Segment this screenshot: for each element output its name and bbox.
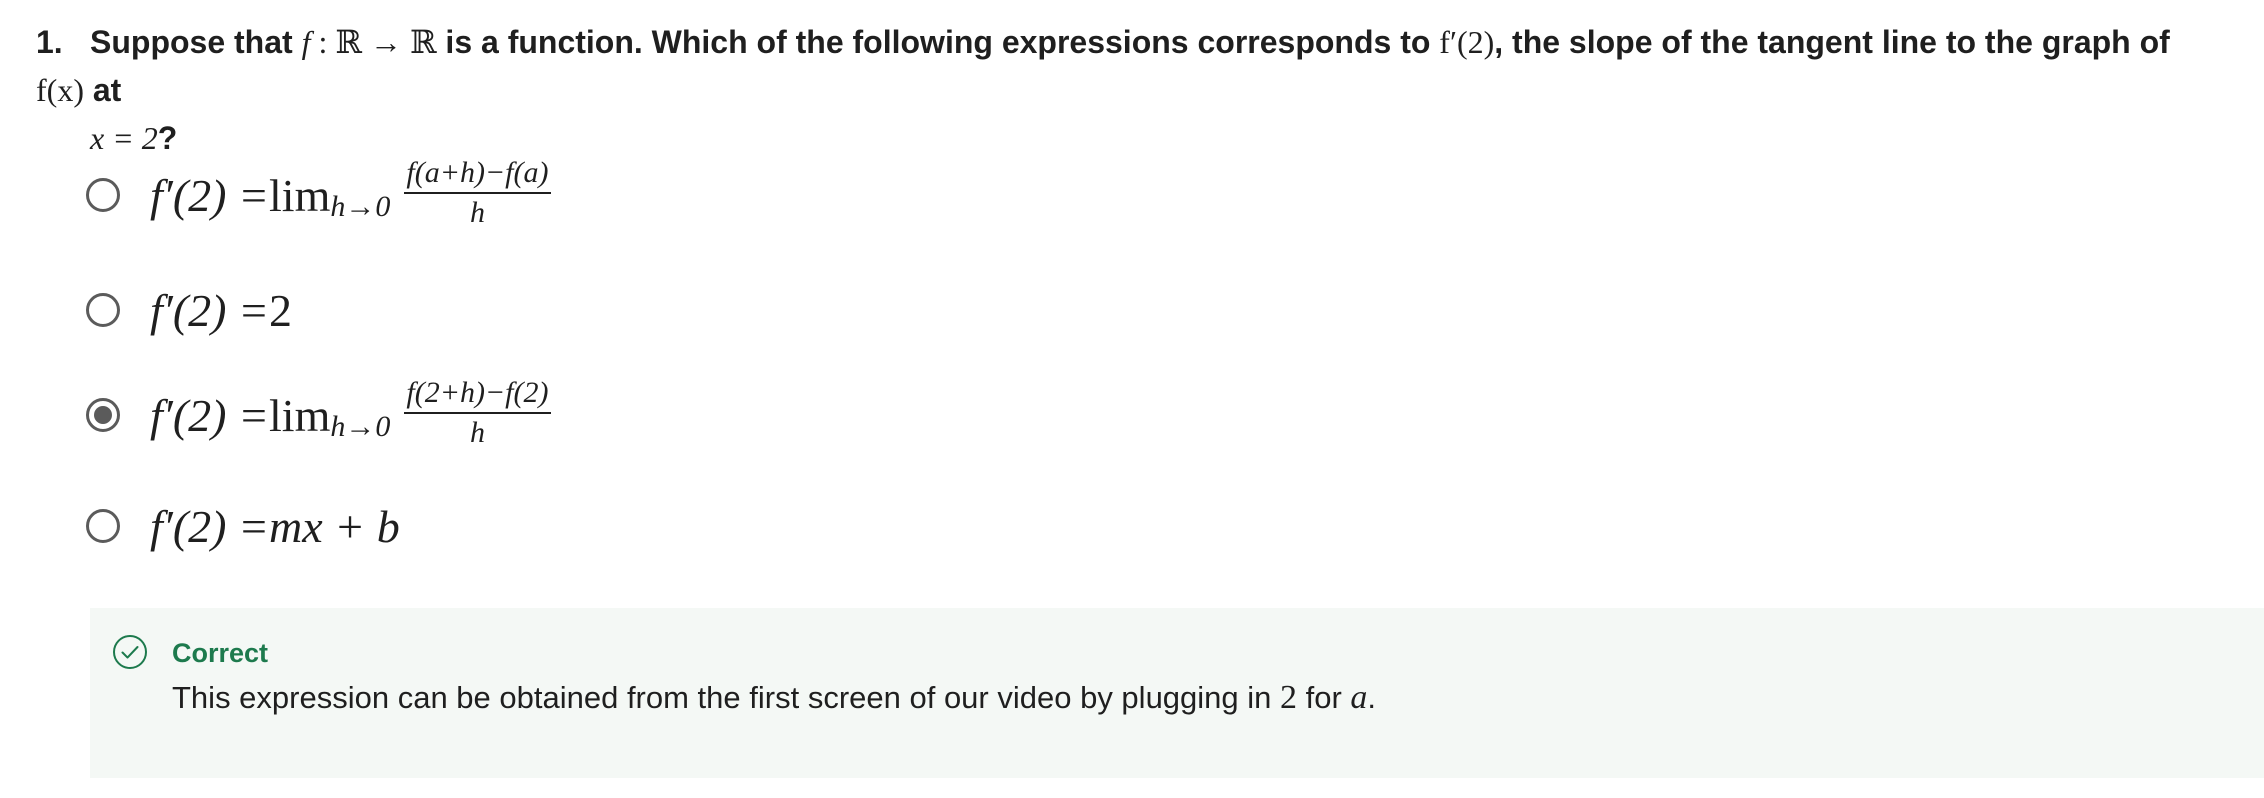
radio-unselected-icon[interactable] [86,509,120,543]
question-math-fprime2: f′(2) [1439,24,1495,60]
feedback-status: Correct [172,638,269,668]
option-1-lhs: f′(2) = [150,169,270,221]
option-3-denominator: h [469,416,485,449]
question-math-x-eq-2: x = 2 [90,120,158,156]
question-prompt: 1. Suppose that f : ℝ → ℝ is a function. … [36,18,2226,162]
radio-unselected-icon[interactable] [86,178,120,212]
answer-option-1[interactable]: f′(2) = lim h→0 f(a+h)−f(a) h [86,155,551,235]
radio-selected-dot [94,406,112,424]
option-2-lhs: f′(2) = [150,284,270,336]
option-1-lim: lim [269,169,331,221]
option-3-expression: f′(2) = lim h→0 f(2+h)−f(2) h [150,376,551,452]
feedback-text-1: This expression can be obtained from the… [172,680,1281,715]
question-math-fx: f(x) [36,72,84,108]
option-4-expression: f′(2) = mx + b [150,500,400,553]
option-3-lhs: f′(2) = [150,389,270,441]
question-text-1: Suppose that [90,24,302,60]
option-4-lhs: f′(2) = [150,500,270,552]
feedback-text-2: for [1297,680,1351,715]
option-2-rhs: 2 [269,284,293,336]
question-math-map: : ℝ → ℝ [310,24,437,60]
question-text-2: is a function. Which of the following ex… [436,24,1440,60]
radio-unselected-icon[interactable] [86,293,120,327]
option-1-fraction: f(a+h)−f(a) h [404,156,551,230]
feedback-math-a: a [1350,679,1368,716]
option-3-lim: lim [269,389,331,441]
option-3-fraction: f(2+h)−f(2) h [404,376,551,450]
radio-selected-icon[interactable] [86,398,120,432]
option-2-expression: f′(2) = 2 [150,284,292,337]
question-number: 1. [36,24,63,60]
option-1-expression: f′(2) = lim h→0 f(a+h)−f(a) h [150,156,551,232]
option-1-numerator: f(a+h)−f(a) [404,156,551,194]
feedback-math-2: 2 [1280,679,1298,716]
option-3-numerator: f(2+h)−f(2) [404,376,551,414]
feedback-explanation: This expression can be obtained from the… [172,678,1376,718]
option-1-denominator: h [469,196,485,229]
option-4-rhs: mx + b [269,500,400,552]
option-1-lim-sub: h→0 [330,190,391,223]
feedback-panel: Correct This expression can be obtained … [90,608,2264,778]
question-text-5: ? [157,120,178,156]
question-text-4: at [83,72,122,108]
answer-option-3[interactable]: f′(2) = lim h→0 f(2+h)−f(2) h [86,375,551,455]
check-circle-icon [113,635,147,669]
feedback-text-3: . [1367,680,1377,715]
question-text-3: , the slope of the tangent line to the g… [1494,24,2170,60]
option-3-lim-sub: h→0 [330,410,391,443]
answer-option-4[interactable]: f′(2) = mx + b [86,486,400,566]
answer-option-2[interactable]: f′(2) = 2 [86,270,292,350]
